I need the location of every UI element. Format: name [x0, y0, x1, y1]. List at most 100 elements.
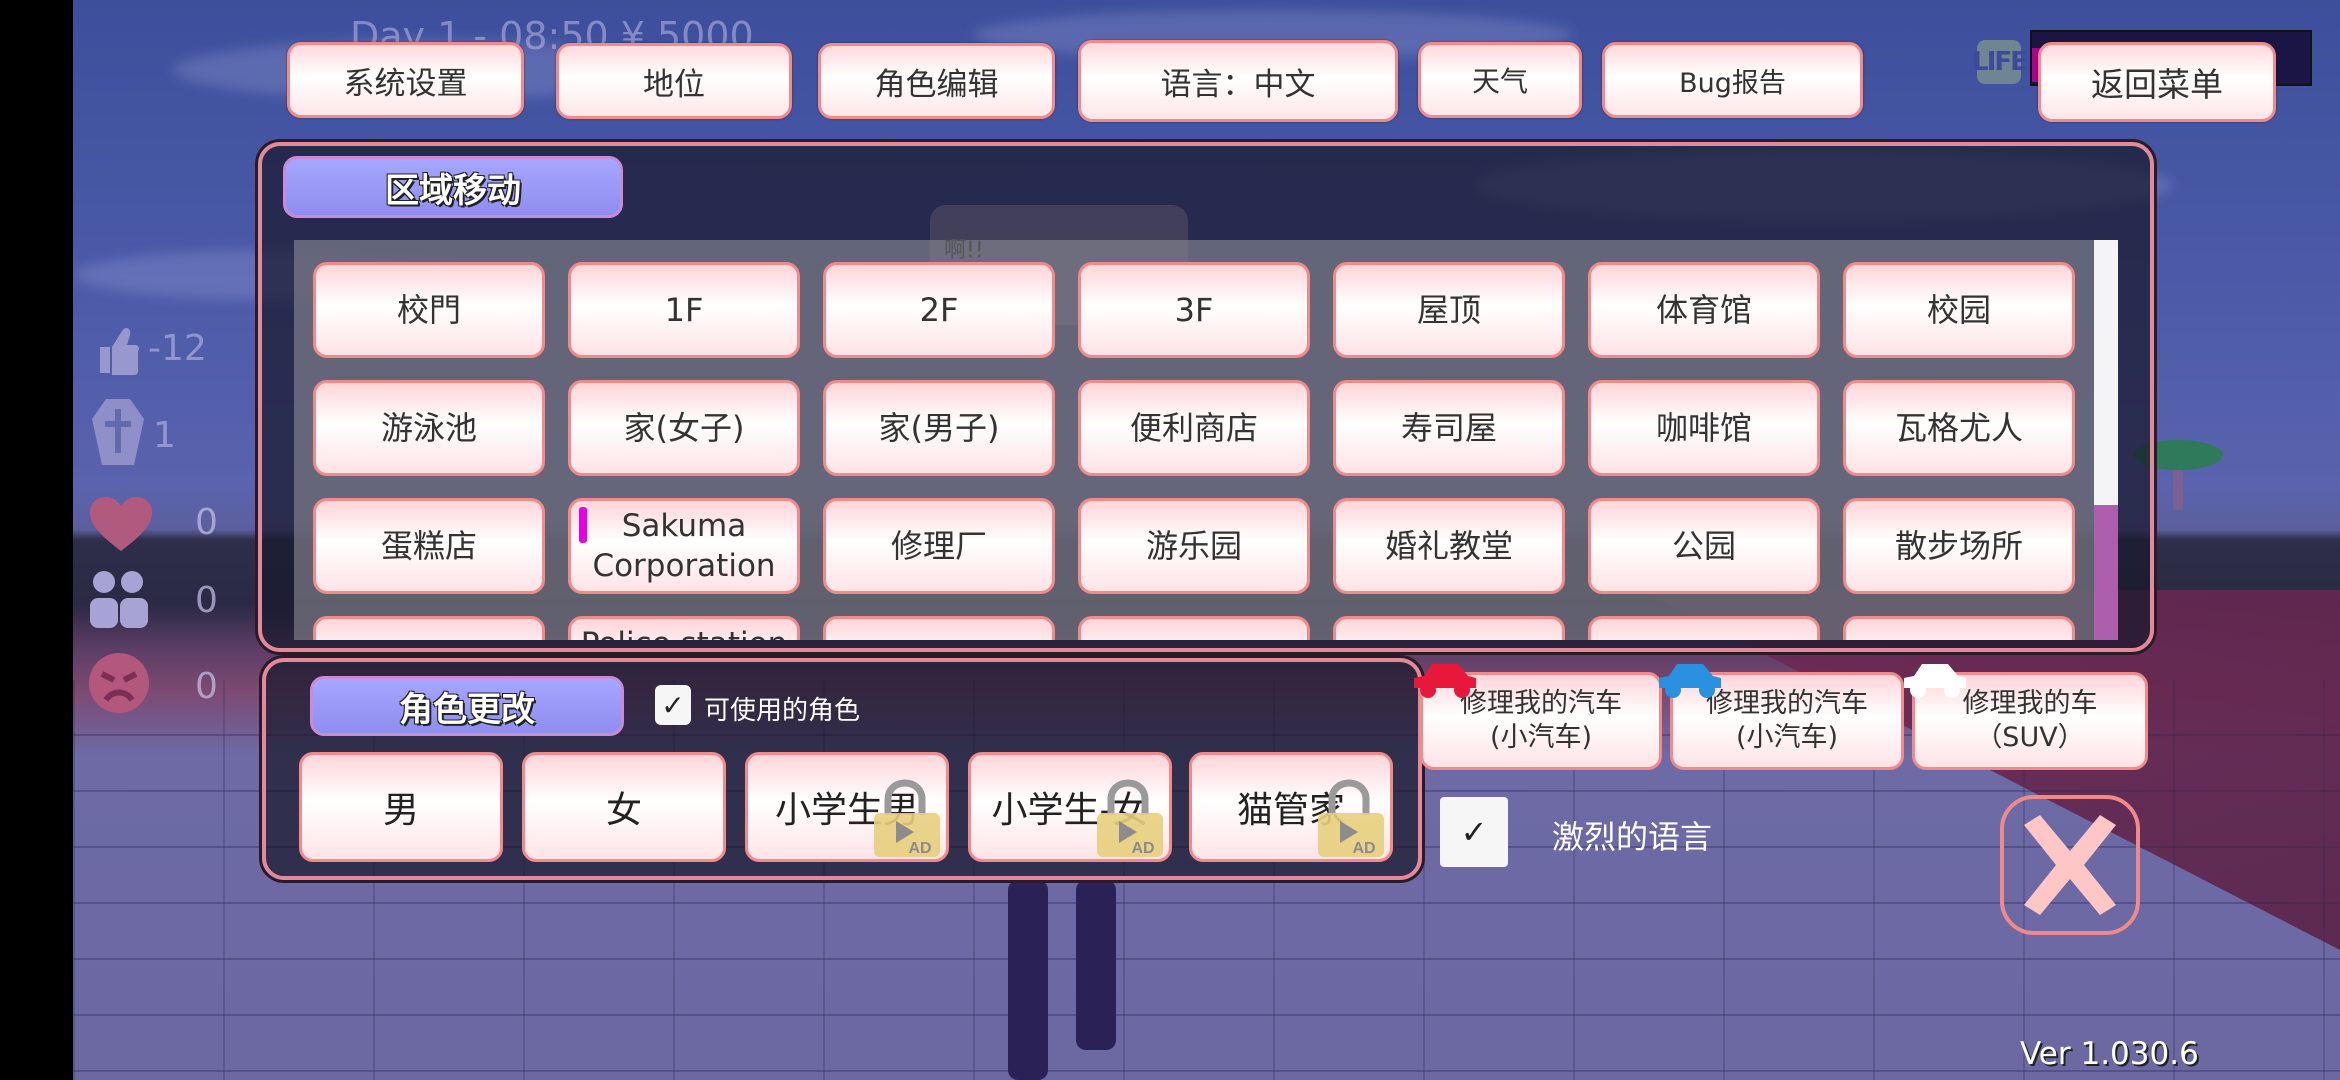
info-icon [579, 507, 587, 543]
svg-text:AD: AD [1352, 840, 1375, 857]
area-button[interactable]: 3F [1078, 262, 1310, 358]
system-settings-button[interactable]: 系统设置 [287, 42, 524, 118]
character-schoolgirl-button[interactable]: 小学生-女 AD [968, 752, 1172, 862]
red-car-icon [1410, 658, 1480, 704]
area-button-label: 便利商店 [1129, 409, 1258, 447]
area-button[interactable] [1078, 616, 1310, 640]
area-button-label: 咖啡馆 [1655, 409, 1752, 447]
area-button[interactable]: 蛋糕店 [313, 498, 545, 594]
speech-bubble-text: 啊!! [944, 238, 984, 263]
close-button[interactable] [2000, 795, 2140, 935]
thumbs-up-icon [96, 325, 140, 377]
white-suv-icon [1900, 658, 1970, 704]
heart-icon [90, 497, 152, 553]
area-button[interactable]: 公园 [1588, 498, 1820, 594]
area-button[interactable]: 瓦格尤人 [1843, 380, 2075, 476]
character-cat-butler-button[interactable]: 猫管家 AD [1189, 752, 1393, 862]
area-button[interactable]: 体育馆 [1588, 262, 1820, 358]
weather-button[interactable]: 天气 [1418, 42, 1582, 118]
area-button[interactable]: 修理厂 [823, 498, 1055, 594]
friends-icon [88, 570, 150, 628]
area-button[interactable] [1843, 616, 2075, 640]
area-button[interactable]: 游乐园 [1078, 498, 1310, 594]
available-characters-label: 可使用的角色 [704, 696, 861, 726]
life-icon: LIFE [1972, 40, 2028, 84]
area-button[interactable] [823, 616, 1055, 640]
area-button[interactable]: 便利商店 [1078, 380, 1310, 476]
coffin-icon [88, 397, 148, 467]
repair-car-label: 修理我的汽车 (小汽车) [1706, 688, 1868, 753]
area-move-title: 区域移动 [283, 156, 623, 218]
character-right-leg [1076, 880, 1116, 1050]
area-button-label: 瓦格尤人 [1894, 409, 2023, 447]
angry-face-icon [88, 652, 150, 714]
friends-value: 0 [195, 580, 218, 621]
language-button[interactable]: 语言：中文 [1078, 40, 1398, 122]
area-button-label: 2F [919, 291, 959, 329]
strong-language-label: 激烈的语言 [1552, 818, 1713, 856]
repair-car-label: 修理我的汽车 (小汽车) [1460, 688, 1622, 753]
status-button[interactable]: 地位 [556, 43, 792, 119]
area-button-label: 3F [1174, 291, 1214, 329]
character-female-button[interactable]: 女 [522, 752, 726, 862]
area-list-scroll-thumb[interactable] [2094, 240, 2118, 505]
love-value: 0 [195, 502, 218, 543]
svg-text:AD: AD [1131, 840, 1154, 857]
area-button[interactable]: 屋顶 [1333, 262, 1565, 358]
area-button-label: 校門 [396, 291, 461, 329]
area-button-label: 家(女子) [623, 409, 745, 447]
area-button-label: 游泳池 [380, 409, 477, 447]
kills-value: 1 [153, 415, 176, 456]
strong-language-checkbox[interactable]: ✓ [1440, 797, 1508, 867]
area-button[interactable]: 寿司屋 [1333, 380, 1565, 476]
area-button-label: 校园 [1926, 291, 1991, 329]
close-icon [2024, 815, 2116, 915]
area-button-label: 1F [664, 291, 704, 329]
area-button-label: 蛋糕店 [380, 527, 477, 565]
return-menu-button[interactable]: 返回菜单 [2038, 42, 2276, 122]
area-button[interactable]: 咖啡馆 [1588, 380, 1820, 476]
area-button[interactable]: 家(女子) [568, 380, 800, 476]
area-button[interactable]: 婚礼教堂 [1333, 498, 1565, 594]
character-schoolboy-button[interactable]: 小学生男 AD [745, 752, 949, 862]
area-button[interactable]: 校园 [1843, 262, 2075, 358]
area-button-label: 公园 [1671, 527, 1736, 565]
enemies-value: 0 [195, 666, 218, 707]
ad-lock-icon: AD [868, 779, 942, 859]
character-change-title: 角色更改 [310, 676, 624, 736]
area-button-label: 屋顶 [1416, 291, 1481, 329]
area-button[interactable] [1333, 616, 1565, 640]
area-button-label: Sakuma Corporation [592, 508, 776, 584]
area-button[interactable] [1588, 616, 1820, 640]
area-button[interactable]: 家(男子) [823, 380, 1055, 476]
area-button-label: Police station [581, 624, 787, 640]
area-button[interactable]: Police station [568, 616, 800, 640]
area-button[interactable]: 1F [568, 262, 800, 358]
area-button-label: 婚礼教堂 [1384, 527, 1513, 565]
area-button[interactable]: 游泳池 [313, 380, 545, 476]
area-button-label: 家(男子) [878, 409, 1000, 447]
area-button-label: 修理厂 [890, 527, 987, 565]
area-button[interactable]: 2F [823, 262, 1055, 358]
character-button-label: 女 [605, 790, 642, 831]
character-edit-button[interactable]: 角色编辑 [818, 43, 1055, 119]
available-characters-checkbox[interactable]: ✓ [655, 685, 691, 725]
area-list[interactable]: 校門 1F 2F 3F 屋顶 体育馆 校园游泳池 家(女子) 家(男子) 便利商店 寿司屋 咖啡馆 瓦格… [294, 240, 2118, 640]
ad-lock-icon: AD [1312, 779, 1386, 859]
svg-text:AD: AD [908, 840, 931, 857]
blue-car-icon [1655, 658, 1725, 704]
area-button[interactable]: 散步场所 [1843, 498, 2075, 594]
version-label: Ver 1.030.6 [2020, 1036, 2199, 1072]
area-button-label: 散步场所 [1894, 527, 2023, 565]
ad-lock-icon: AD [1091, 779, 1165, 859]
area-button[interactable]: Sakuma Corporation [568, 498, 800, 594]
area-button-label: 游乐园 [1145, 527, 1242, 565]
character-male-button[interactable]: 男 [299, 752, 503, 862]
character-left-leg [1008, 880, 1048, 1080]
popularity-value: -12 [148, 328, 207, 369]
area-button[interactable]: 校門 [313, 262, 545, 358]
bug-report-button[interactable]: Bug报告 [1602, 42, 1863, 118]
area-button-label: 寿司屋 [1400, 409, 1497, 447]
area-button[interactable] [313, 616, 545, 640]
character-button-label: 男 [382, 790, 419, 831]
